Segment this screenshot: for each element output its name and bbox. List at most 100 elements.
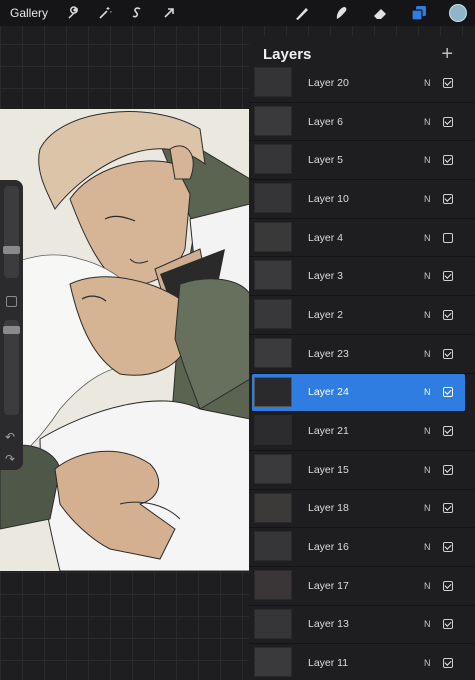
left-sidebar: ↶ ↷ [0, 180, 23, 470]
blend-mode-button[interactable]: N [424, 349, 431, 359]
blend-mode-button[interactable]: N [424, 194, 431, 204]
brush-icon[interactable] [291, 2, 313, 24]
transform-arrow-icon[interactable] [158, 2, 180, 24]
layer-thumbnail[interactable] [254, 531, 292, 562]
visibility-checkbox[interactable] [443, 426, 453, 437]
blend-mode-button[interactable]: N [424, 619, 431, 629]
redo-icon[interactable]: ↷ [5, 452, 15, 466]
layer-name: Layer 11 [308, 657, 349, 670]
drawing-canvas[interactable] [0, 109, 250, 571]
visibility-checkbox[interactable] [443, 77, 453, 88]
layer-thumbnail[interactable] [254, 337, 292, 368]
layer-row[interactable]: Layer 10 N [249, 180, 475, 219]
blend-mode-button[interactable]: N [424, 465, 431, 475]
layer-row[interactable]: Layer 17 N [249, 567, 475, 606]
blend-mode-button[interactable]: N [424, 117, 431, 127]
opacity-thumb[interactable] [3, 326, 20, 334]
blend-mode-button[interactable]: N [424, 155, 431, 165]
visibility-checkbox[interactable] [443, 271, 453, 282]
layer-row[interactable]: Layer 4 N [249, 219, 475, 258]
brush-size-slider[interactable] [3, 186, 20, 278]
visibility-checkbox[interactable] [443, 193, 453, 204]
layer-name: Layer 6 [308, 115, 344, 128]
visibility-checkbox[interactable] [443, 658, 453, 669]
layer-thumbnail[interactable] [254, 67, 292, 97]
visibility-checkbox[interactable] [443, 387, 453, 398]
visibility-checkbox[interactable] [443, 232, 453, 243]
layer-row[interactable]: Layer 15 N [249, 451, 475, 490]
panel-title: Layers [263, 46, 312, 63]
blend-mode-button[interactable]: N [424, 426, 431, 436]
layers-icon[interactable] [408, 2, 430, 24]
layer-thumbnail[interactable] [254, 647, 292, 678]
color-picker-button[interactable] [447, 2, 469, 24]
layer-name: Layer 4 [308, 231, 344, 244]
add-layer-button[interactable]: + [441, 43, 453, 66]
blend-mode-button[interactable]: N [424, 658, 431, 668]
visibility-checkbox[interactable] [443, 309, 453, 320]
layer-thumbnail[interactable] [254, 569, 292, 600]
wrench-icon[interactable] [62, 2, 84, 24]
blend-mode-button[interactable]: N [424, 78, 431, 88]
layer-row[interactable]: Layer 2 N [249, 296, 475, 335]
layer-thumbnail[interactable] [254, 105, 292, 136]
opacity-slider[interactable] [3, 320, 20, 415]
visibility-checkbox[interactable] [443, 503, 453, 514]
blend-mode-button[interactable]: N [424, 387, 431, 397]
layer-thumbnail[interactable] [254, 608, 292, 639]
brush-size-thumb[interactable] [3, 246, 20, 254]
visibility-checkbox[interactable] [443, 580, 453, 591]
layer-thumbnail[interactable] [254, 299, 292, 330]
layer-thumbnail[interactable] [254, 415, 292, 446]
layer-name: Layer 10 [308, 192, 349, 205]
layer-row[interactable]: Layer 3 N [249, 257, 475, 297]
selection-s-icon[interactable] [126, 2, 148, 24]
layer-row[interactable]: Layer 24 N [252, 373, 465, 413]
layer-row[interactable]: Layer 6 N [249, 103, 475, 142]
visibility-checkbox[interactable] [443, 542, 453, 553]
layer-name: Layer 17 [308, 579, 349, 592]
layer-row[interactable]: Layer 16 N [249, 528, 475, 567]
blend-mode-button[interactable]: N [424, 233, 431, 243]
layer-name: Layer 24 [308, 386, 349, 399]
visibility-checkbox[interactable] [443, 464, 453, 475]
magic-wand-icon[interactable] [94, 2, 116, 24]
layer-name: Layer 21 [308, 425, 349, 438]
modify-button[interactable] [6, 296, 17, 307]
blend-mode-button[interactable]: N [424, 310, 431, 320]
blend-mode-button[interactable]: N [424, 542, 431, 552]
layer-thumbnail[interactable] [254, 221, 292, 252]
layer-thumbnail[interactable] [254, 492, 292, 523]
layer-thumbnail[interactable] [254, 144, 292, 175]
blend-mode-button[interactable]: N [424, 581, 431, 591]
layer-row[interactable]: Layer 23 N [249, 335, 475, 374]
layer-name: Layer 16 [308, 541, 349, 554]
layer-thumbnail[interactable] [254, 260, 292, 291]
top-toolbar: Gallery [0, 0, 475, 26]
layer-name: Layer 18 [308, 502, 349, 515]
layer-row[interactable]: Layer 18 N [249, 490, 475, 529]
visibility-checkbox[interactable] [443, 155, 453, 166]
layer-thumbnail[interactable] [254, 376, 292, 407]
layer-thumbnail[interactable] [254, 183, 292, 214]
layer-name: Layer 23 [308, 347, 349, 360]
visibility-checkbox[interactable] [443, 348, 453, 359]
layer-row[interactable]: Layer 11 N [249, 644, 475, 680]
smudge-icon[interactable] [330, 2, 352, 24]
blend-mode-button[interactable]: N [424, 271, 431, 281]
layer-name: Layer 5 [308, 154, 344, 167]
gallery-button[interactable]: Gallery [10, 6, 48, 20]
layer-row[interactable]: Layer 5 N [249, 141, 475, 181]
layers-panel: Layers + Layer 20 N Layer 6 N Layer 5 N Layer … [249, 36, 475, 680]
layer-row[interactable]: Layer 20 N [249, 64, 475, 103]
eraser-icon[interactable] [369, 2, 391, 24]
blend-mode-button[interactable]: N [424, 503, 431, 513]
layer-name: Layer 20 [308, 76, 349, 89]
undo-icon[interactable]: ↶ [5, 430, 15, 444]
visibility-checkbox[interactable] [443, 619, 453, 630]
layer-row[interactable]: Layer 21 N [249, 412, 475, 451]
layer-name: Layer 3 [308, 270, 344, 283]
layer-row[interactable]: Layer 13 N [249, 606, 475, 645]
visibility-checkbox[interactable] [443, 116, 453, 127]
layer-thumbnail[interactable] [254, 453, 292, 484]
